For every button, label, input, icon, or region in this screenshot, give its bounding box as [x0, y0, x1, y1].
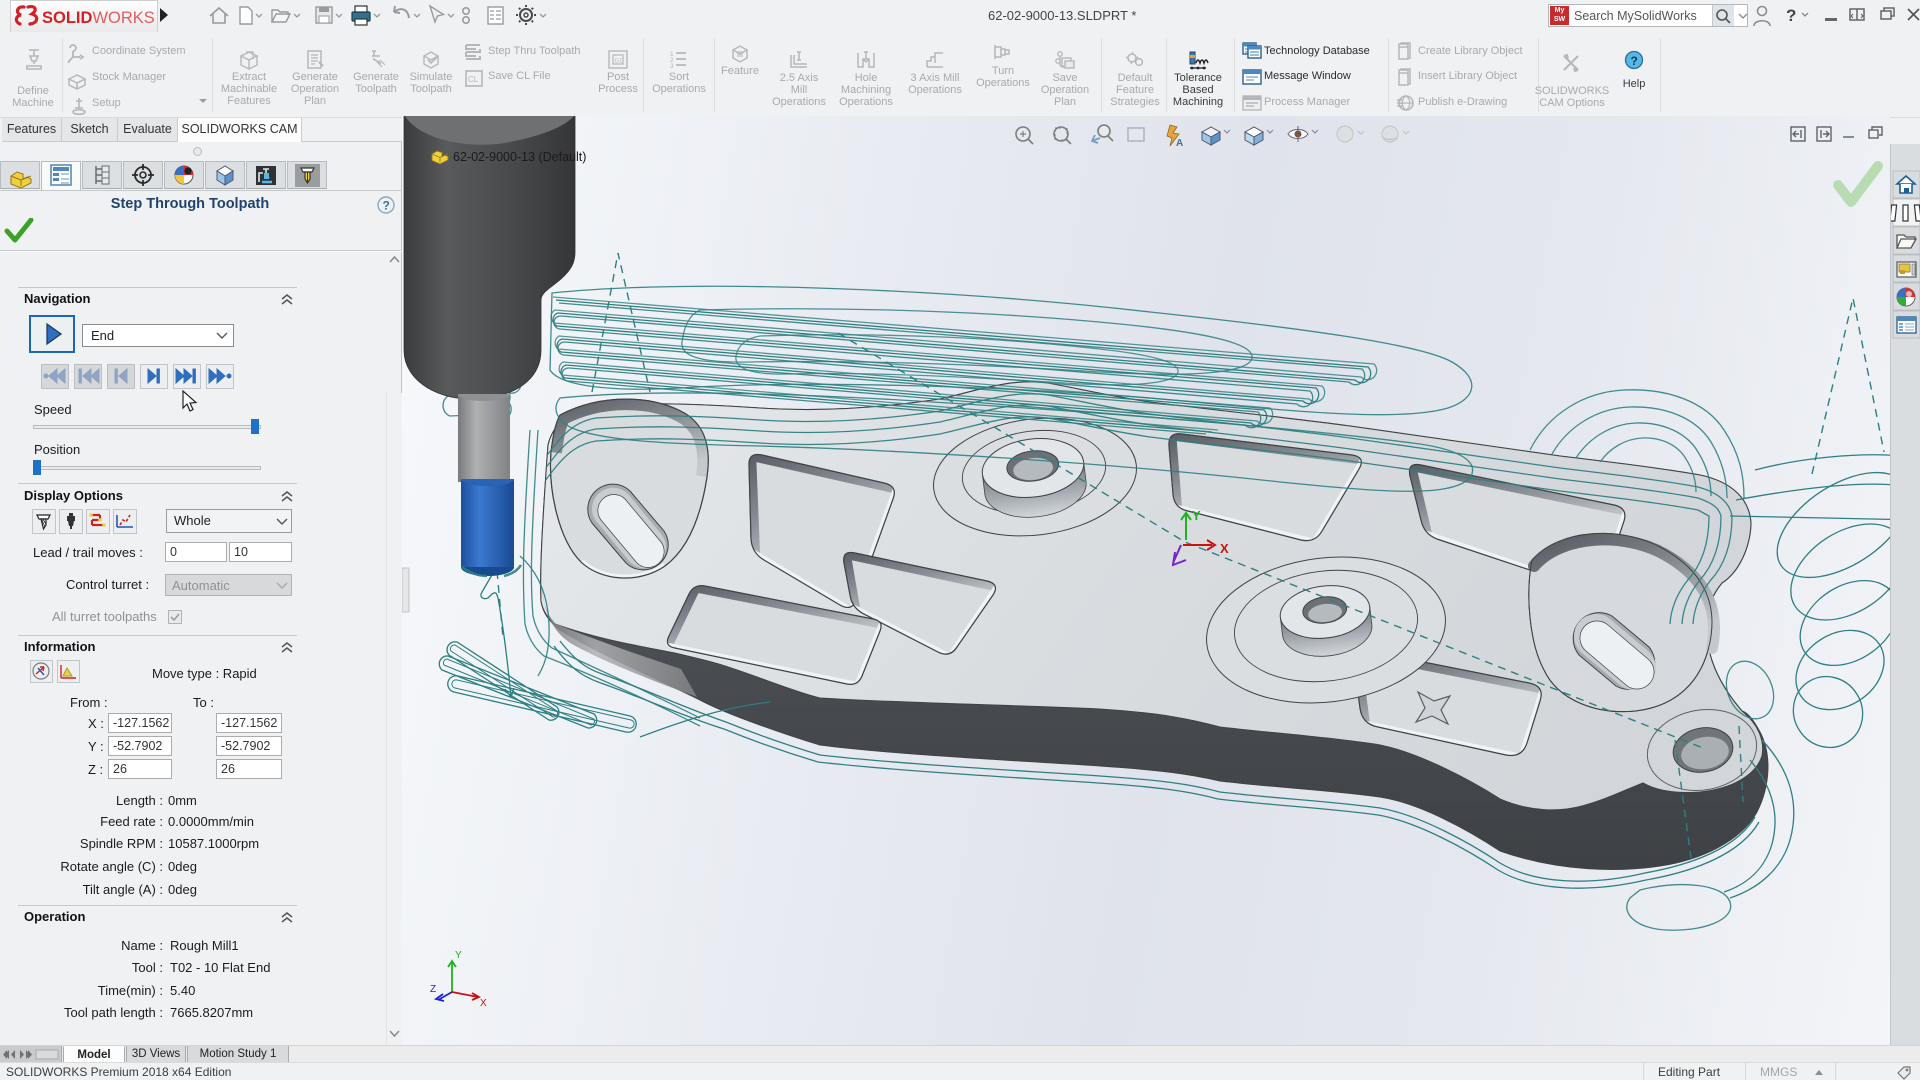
svg-text:62-02-9000-13 (Default): 62-02-9000-13 (Default)	[453, 150, 586, 164]
svg-text:?: ?	[1786, 6, 1796, 25]
svg-text:Z: Z	[430, 984, 436, 995]
svg-text:?: ?	[1631, 54, 1638, 68]
svg-text:?: ?	[383, 199, 390, 213]
svg-text:Y: Y	[1192, 508, 1201, 523]
svg-text:CL: CL	[468, 75, 479, 84]
svg-text:3: 3	[670, 63, 674, 70]
svg-text:A: A	[1176, 138, 1183, 149]
svg-text:Y: Y	[455, 950, 462, 961]
svg-text:G1: G1	[615, 59, 624, 65]
svg-text:X: X	[1220, 541, 1229, 556]
svg-text:X: X	[480, 998, 487, 1009]
